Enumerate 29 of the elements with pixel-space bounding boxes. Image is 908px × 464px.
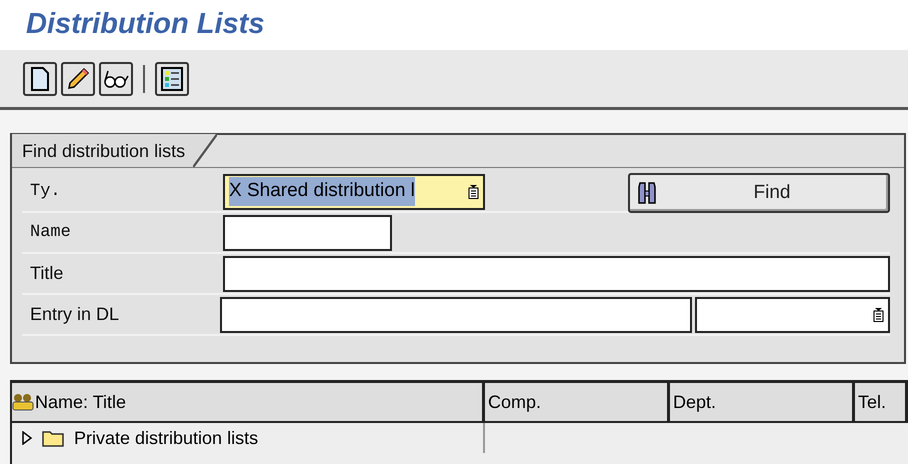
- column-header[interactable]: Tel.: [855, 383, 908, 421]
- group-icon: [12, 393, 34, 411]
- column-header[interactable]: Name: Title: [12, 383, 485, 421]
- binoculars-icon: [638, 182, 656, 204]
- tree-node-label[interactable]: Private distribution lists: [74, 424, 258, 452]
- name-input-field[interactable]: [223, 214, 392, 250]
- field-label: Name: [29, 222, 72, 244]
- field-label: Ty.: [29, 180, 62, 203]
- field-label: Entry in DL: [29, 303, 120, 326]
- list-icon: [161, 66, 183, 90]
- edit-button[interactable]: [61, 62, 95, 96]
- new-document-button[interactable]: [23, 62, 57, 96]
- title-input-field[interactable]: [222, 256, 890, 292]
- pencil-icon: [66, 66, 90, 90]
- column-header[interactable]: Comp.: [485, 383, 670, 421]
- page-title: Distribution Lists: [26, 7, 264, 42]
- expand-icon[interactable]: [22, 431, 32, 445]
- type-dropdown-field[interactable]: X Shared distribution l: [223, 174, 485, 210]
- find-button[interactable]: Find: [628, 173, 890, 213]
- value-help-icon[interactable]: [873, 308, 884, 322]
- list-view-button[interactable]: [155, 62, 189, 96]
- display-button[interactable]: [99, 62, 133, 96]
- document-icon: [31, 66, 49, 90]
- entry-dropdown-field[interactable]: [695, 296, 890, 332]
- field-label: Title: [29, 262, 64, 285]
- value-help-icon[interactable]: [468, 184, 479, 198]
- folder-icon: [42, 429, 64, 447]
- entry-input-field[interactable]: [220, 296, 692, 332]
- column-header[interactable]: Dept.: [670, 383, 855, 421]
